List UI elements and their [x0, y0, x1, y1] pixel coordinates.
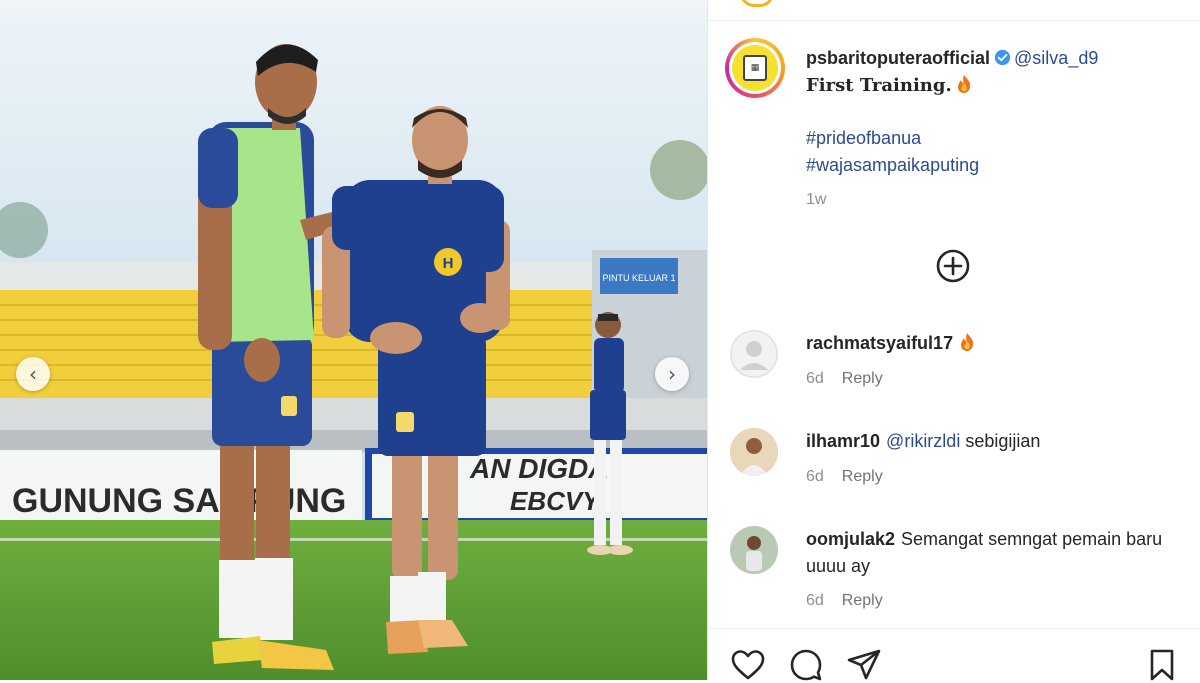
- comment-icon[interactable]: [788, 647, 824, 683]
- comment-text: oomjulak2 Semangat semngat pemain baru uu…: [806, 526, 1186, 580]
- heart-icon[interactable]: [730, 647, 766, 683]
- commenter-username[interactable]: ilhamr10: [806, 431, 880, 451]
- commenter-avatar[interactable]: [730, 428, 778, 476]
- banner-right-top-text: AN DIGDA: [469, 453, 608, 484]
- reply-button[interactable]: Reply: [842, 370, 883, 387]
- comment-time: 6d: [806, 370, 824, 387]
- comment-time: 6d: [806, 592, 824, 609]
- fire-emoji-icon: [957, 75, 970, 93]
- chevron-left-icon[interactable]: ‹: [16, 357, 50, 391]
- reply-button[interactable]: Reply: [842, 468, 883, 485]
- svg-text:H: H: [443, 255, 454, 272]
- post-caption: psbaritoputeraofficial @silva_d9 First Tr…: [806, 45, 1186, 213]
- post-header-strip: [708, 0, 1200, 21]
- post-side-panel: ▦ psbaritoputeraofficial @silva_d9 First …: [708, 0, 1200, 681]
- comment-mention[interactable]: @rikirzldi: [886, 431, 960, 451]
- bookmark-icon[interactable]: [1144, 647, 1180, 683]
- comment-time: 6d: [806, 468, 824, 485]
- comment-meta: 6d Reply: [806, 370, 883, 388]
- comment-text: rachmatsyaiful17: [806, 330, 1186, 357]
- post-actions-bar: [708, 628, 1200, 681]
- banner-right-bottom-text: EBCVY: [510, 486, 602, 516]
- author-avatar[interactable]: ▦: [725, 38, 785, 98]
- caption-title: First Training.: [806, 75, 952, 96]
- comment-text: ilhamr10 @rikirzldi sebigijian: [806, 428, 1186, 455]
- comment-body: sebigijian: [965, 431, 1041, 451]
- header-avatar[interactable]: [740, 0, 774, 7]
- post-photo: PINTU KELUAR 1 GUNUNG SAMPUNG AN DIGDA E…: [0, 0, 707, 680]
- reply-button[interactable]: Reply: [842, 592, 883, 609]
- share-icon[interactable]: [846, 647, 882, 683]
- caption-mention[interactable]: @silva_d9: [1014, 48, 1098, 68]
- verified-badge-icon: [994, 49, 1011, 66]
- stadium-sign: PINTU KELUAR 1: [602, 273, 675, 283]
- chevron-right-icon[interactable]: ›: [655, 357, 689, 391]
- training-photo-illustration: PINTU KELUAR 1 GUNUNG SAMPUNG AN DIGDA E…: [0, 0, 707, 680]
- hashtag-link[interactable]: #prideofbanua: [806, 125, 1186, 152]
- comment-meta: 6d Reply: [806, 468, 883, 486]
- author-username[interactable]: psbaritoputeraofficial: [806, 48, 990, 68]
- commenter-avatar[interactable]: [730, 330, 778, 378]
- commenter-username[interactable]: oomjulak2: [806, 529, 895, 549]
- commenter-username[interactable]: rachmatsyaiful17: [806, 333, 953, 353]
- club-logo-icon: ▦: [732, 45, 778, 91]
- hashtag-link[interactable]: #wajasampaikaputing: [806, 152, 1186, 179]
- banner-left-text: GUNUNG SAMPUNG: [12, 482, 346, 520]
- plus-circle-icon[interactable]: [936, 249, 970, 283]
- fire-emoji-icon: [961, 333, 974, 351]
- comment-meta: 6d Reply: [806, 592, 883, 610]
- post-time[interactable]: 1w: [806, 191, 826, 208]
- commenter-avatar[interactable]: [730, 526, 778, 574]
